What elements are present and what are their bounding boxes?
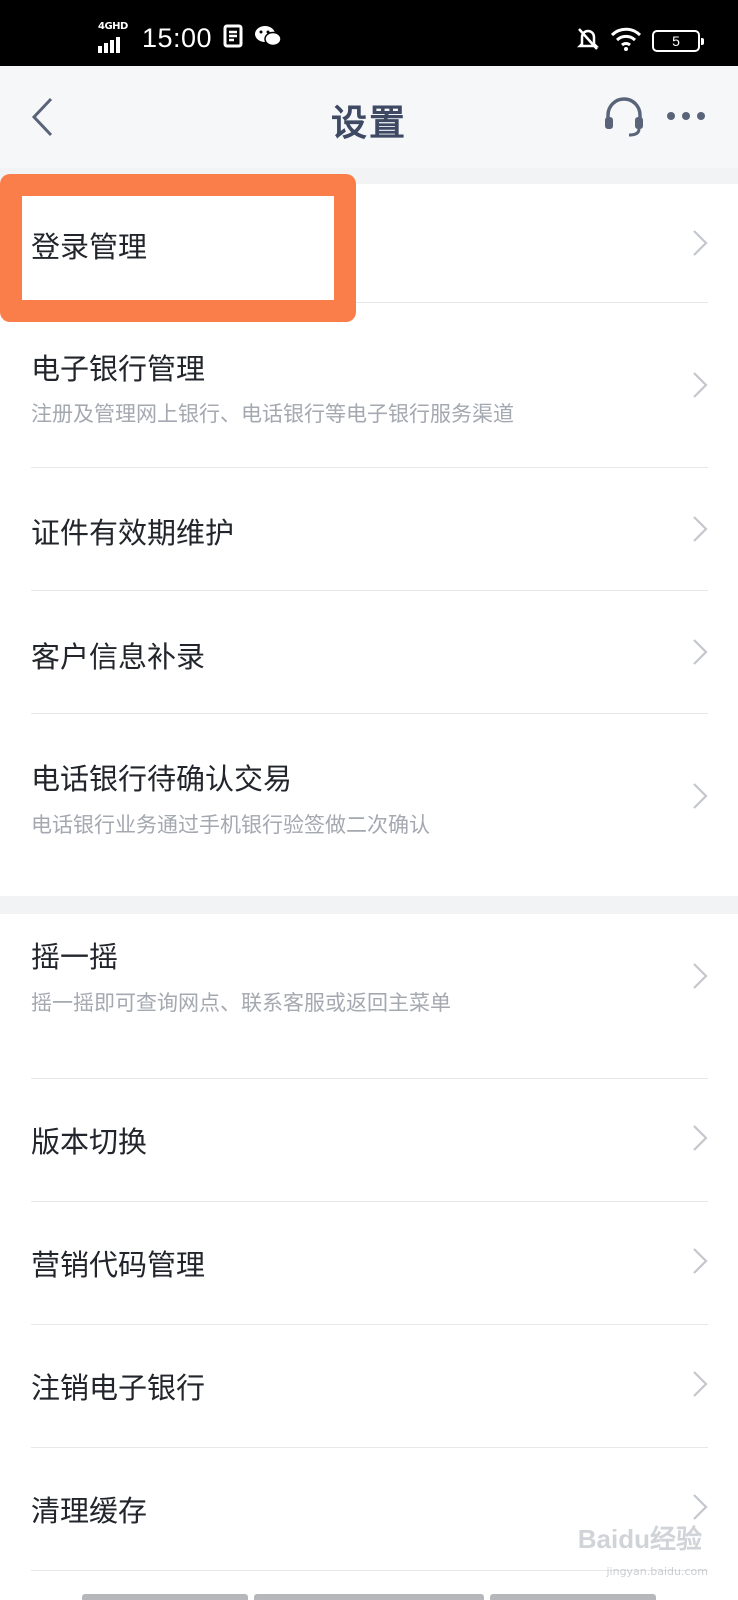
item-title: 注销电子银行 (31, 1371, 206, 1405)
signal-icon: 4GHD (98, 21, 132, 53)
chevron-right-icon (693, 1371, 708, 1397)
chevron-right-icon (693, 516, 708, 542)
network-type: 4GHD (98, 21, 128, 32)
item-title: 客户信息补录 (31, 640, 206, 674)
battery-icon: 5 (652, 30, 704, 52)
item-title: 营销代码管理 (31, 1248, 206, 1282)
more-button[interactable] (662, 96, 710, 136)
screenshot-icon (222, 24, 244, 52)
status-left: 4GHD 15:00 (98, 20, 282, 56)
item-title: 清理缓存 (31, 1494, 148, 1528)
wechat-icon (254, 24, 282, 52)
watermark-url: jingyan.baidu.com (606, 1565, 708, 1578)
chevron-right-icon (693, 372, 708, 398)
chevron-right-icon (693, 1125, 708, 1151)
settings-item-marketing-code[interactable]: 营销代码管理 (0, 1202, 738, 1324)
chevron-right-icon (693, 783, 708, 809)
status-bar: 4GHD 15:00 5 (0, 0, 738, 66)
headset-icon (605, 97, 643, 137)
settings-item-ebank-management[interactable]: 电子银行管理 注册及管理网上银行、电话银行等电子银行服务渠道 (0, 303, 738, 467)
settings-group-account: 登录管理 电子银行管理 注册及管理网上银行、电话银行等电子银行服务渠道 证件有效… (0, 184, 738, 896)
bottom-bar-segment (254, 1594, 484, 1600)
chevron-right-icon (693, 1494, 708, 1520)
item-subtitle: 注册及管理网上银行、电话银行等电子银行服务渠道 (31, 402, 514, 426)
settings-item-shake[interactable]: 摇一摇 摇一摇即可查询网点、联系客服或返回主菜单 (0, 914, 738, 1078)
chevron-right-icon (693, 230, 708, 256)
item-subtitle: 摇一摇即可查询网点、联系客服或返回主菜单 (31, 991, 451, 1015)
wifi-icon (610, 27, 642, 55)
settings-item-customer-info[interactable]: 客户信息补录 (0, 591, 738, 713)
settings-item-version-switch[interactable]: 版本切换 (0, 1079, 738, 1201)
settings-item-cancel-ebank[interactable]: 注销电子银行 (0, 1325, 738, 1447)
item-title: 电话银行待确认交易 (31, 762, 293, 796)
item-title: 登录管理 (31, 230, 148, 264)
item-title: 证件有效期维护 (31, 516, 235, 550)
chevron-right-icon (693, 963, 708, 989)
item-subtitle: 电话银行业务通过手机银行验签做二次确认 (31, 813, 430, 837)
chevron-right-icon (693, 639, 708, 665)
item-title: 电子银行管理 (31, 352, 206, 386)
settings-item-id-validity[interactable]: 证件有效期维护 (0, 468, 738, 590)
watermark-logo: Baidu经验 (577, 1524, 702, 1554)
nav-bar: 设置 (0, 66, 738, 168)
settings-item-login-management[interactable]: 登录管理 (0, 184, 738, 302)
item-title: 版本切换 (31, 1125, 148, 1159)
settings-item-phone-bank-pending[interactable]: 电话银行待确认交易 电话银行业务通过手机银行验签做二次确认 (0, 714, 738, 896)
customer-service-button[interactable] (600, 92, 648, 142)
battery-level: 5 (672, 33, 680, 49)
settings-group-app: 摇一摇 摇一摇即可查询网点、联系客服或返回主菜单 版本切换 营销代码管理 注销电… (0, 914, 738, 1600)
status-time: 15:00 (142, 22, 213, 53)
chevron-right-icon (693, 1248, 708, 1274)
bottom-bar-segment (82, 1594, 248, 1600)
mute-bell-icon (576, 26, 600, 56)
more-dots-icon (667, 112, 705, 120)
item-title: 摇一摇 (31, 940, 119, 974)
bottom-bar-segment (490, 1594, 656, 1600)
status-right: 5 (576, 26, 704, 56)
